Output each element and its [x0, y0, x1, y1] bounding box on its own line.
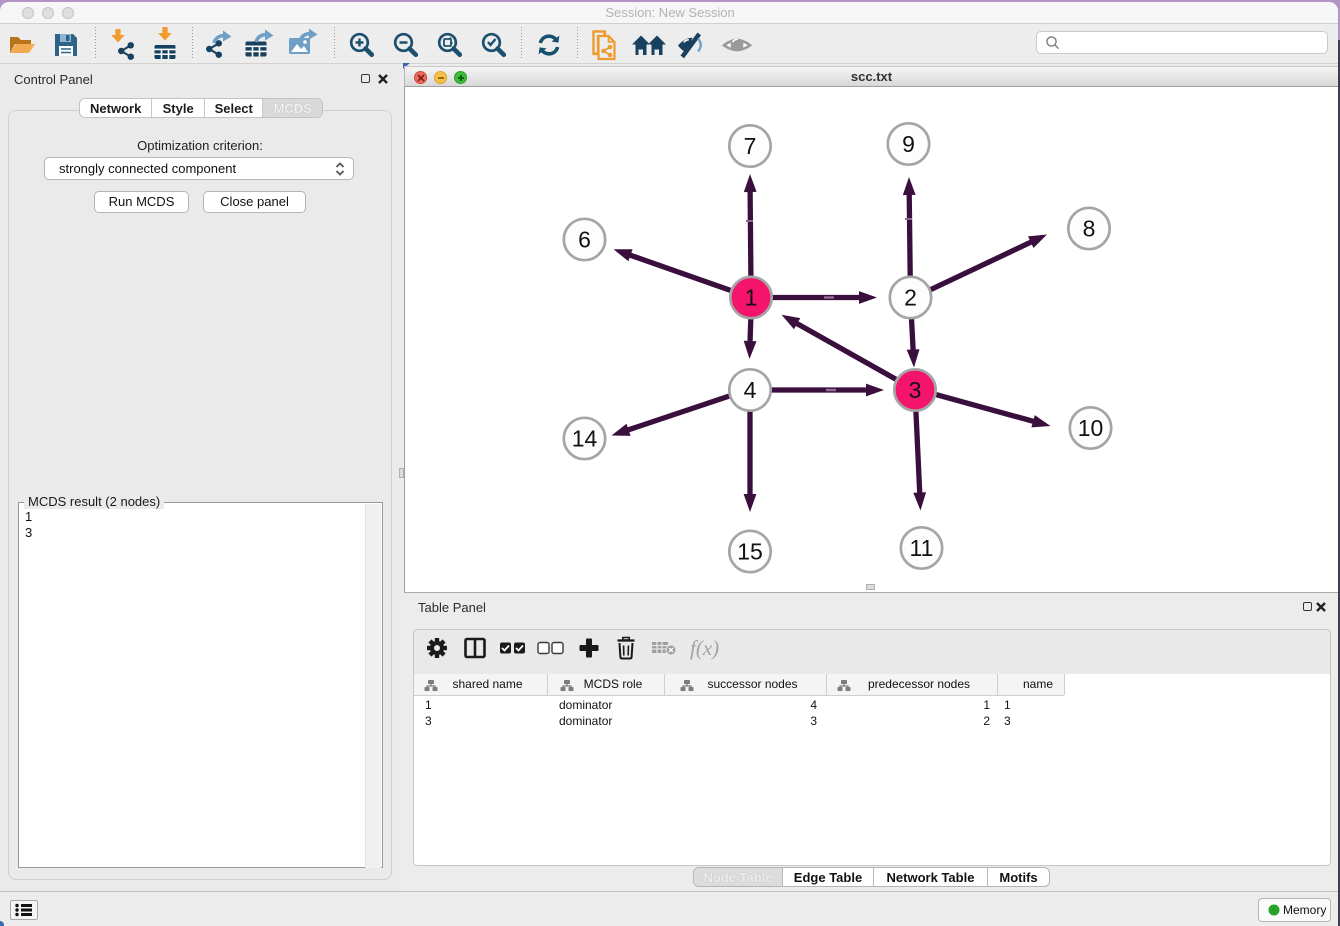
- svg-text:f(x): f(x): [690, 636, 719, 660]
- svg-text:10: 10: [1078, 415, 1104, 441]
- svg-text:3: 3: [909, 377, 922, 403]
- svg-text:6: 6: [578, 227, 591, 253]
- svg-text:1: 1: [745, 285, 758, 311]
- svg-text:11: 11: [910, 535, 934, 561]
- svg-text:8: 8: [1083, 216, 1096, 242]
- svg-text:15: 15: [737, 539, 763, 565]
- svg-text:2: 2: [904, 285, 917, 311]
- svg-text:4: 4: [744, 377, 757, 403]
- svg-text:14: 14: [572, 426, 598, 452]
- svg-text:9: 9: [902, 131, 915, 157]
- svg-text:7: 7: [744, 133, 757, 159]
